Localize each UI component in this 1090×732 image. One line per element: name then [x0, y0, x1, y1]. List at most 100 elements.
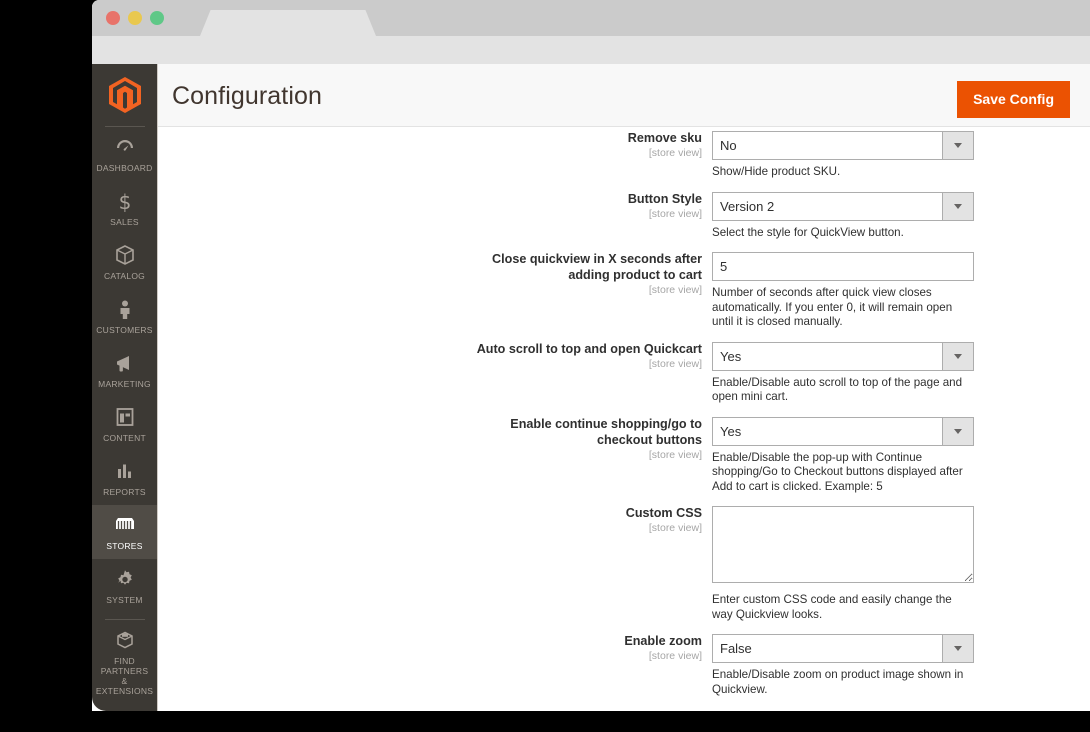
field-note: Show/Hide product SKU.: [712, 165, 974, 180]
admin-app: DASHBOARD $ SALES CATALOG CUSTOMERS: [92, 64, 1090, 711]
field-note: Number of seconds after quick view close…: [712, 286, 974, 330]
bar-chart-icon: [94, 460, 155, 483]
sidebar-item-label: CONTENT: [94, 433, 155, 443]
select-value: Version 2: [713, 199, 774, 214]
field-scope: [store view]: [158, 649, 702, 663]
field-control-group: Yes Enable/Disable the pop-up with Conti…: [712, 416, 1090, 495]
chevron-down-icon[interactable]: [942, 343, 973, 370]
sidebar-item-find-partners-extensions[interactable]: FIND PARTNERS & EXTENSIONS: [92, 620, 157, 704]
field-scope: [store view]: [158, 448, 702, 462]
field-row-auto-scroll-quickcart: Auto scroll to top and open Quickcart [s…: [158, 341, 1090, 405]
field-control-group: Yes Enable/Disable auto scroll to top of…: [712, 341, 1090, 405]
sidebar-item-label: SYSTEM: [94, 595, 155, 605]
sidebar-item-label: DASHBOARD: [94, 163, 155, 173]
svg-text:$: $: [118, 190, 131, 213]
field-scope: [store view]: [158, 283, 702, 297]
field-label: Enable zoom: [158, 633, 702, 649]
sidebar-item-dashboard[interactable]: DASHBOARD: [92, 127, 157, 181]
custom-css-textarea[interactable]: [712, 506, 974, 583]
sidebar-item-catalog[interactable]: CATALOG: [92, 235, 157, 289]
field-note: Enter custom CSS code and easily change …: [712, 593, 974, 622]
field-label: Button Style: [158, 191, 702, 207]
sidebar-item-content[interactable]: CONTENT: [92, 397, 157, 451]
select-value: Yes: [713, 349, 741, 364]
field-label-group: Custom CSS [store view]: [158, 505, 712, 622]
sidebar-item-system[interactable]: SYSTEM: [92, 559, 157, 613]
chevron-down-icon[interactable]: [942, 635, 973, 662]
person-icon: [94, 298, 155, 321]
sidebar-item-label-line1: FIND PARTNERS: [94, 656, 155, 676]
page-header: Configuration Save Config: [158, 64, 1090, 127]
remove-sku-select[interactable]: No: [712, 131, 974, 160]
field-label-group: Auto scroll to top and open Quickcart [s…: [158, 341, 712, 405]
field-control-group: No Show/Hide product SKU.: [712, 130, 1090, 180]
chevron-down-icon[interactable]: [942, 193, 973, 220]
sidebar-item-label: CUSTOMERS: [94, 325, 155, 335]
field-label: Custom CSS: [158, 505, 702, 521]
sidebar-item-label: REPORTS: [94, 487, 155, 497]
sidebar-item-sales[interactable]: $ SALES: [92, 181, 157, 235]
sidebar-item-label: SALES: [94, 217, 155, 227]
field-row-enable-zoom: Enable zoom [store view] False Enable/Di…: [158, 633, 1090, 697]
field-label-group: Button Style [store view]: [158, 191, 712, 241]
continue-shopping-buttons-select[interactable]: Yes: [712, 417, 974, 446]
select-value: False: [713, 641, 752, 656]
field-row-close-quickview-seconds: Close quickview in X seconds after addin…: [158, 251, 1090, 330]
minimize-button[interactable]: [128, 11, 142, 25]
window-controls: [106, 11, 164, 25]
field-label-group: Enable zoom [store view]: [158, 633, 712, 697]
close-quickview-seconds-input[interactable]: [712, 252, 974, 281]
layout-page-icon: [94, 406, 155, 429]
browser-tab[interactable]: [200, 10, 376, 36]
field-label: Remove sku: [158, 130, 702, 146]
field-label-line1: Enable continue shopping/go to: [158, 416, 702, 432]
sidebar-item-label: MARKETING: [94, 379, 155, 389]
gear-icon: [94, 568, 155, 591]
field-control-group: False Enable/Disable zoom on product ima…: [712, 633, 1090, 697]
enable-zoom-select[interactable]: False: [712, 634, 974, 663]
button-style-select[interactable]: Version 2: [712, 192, 974, 221]
browser-toolbar: [92, 36, 1090, 64]
storefront-icon: [94, 514, 155, 537]
auto-scroll-quickcart-select[interactable]: Yes: [712, 342, 974, 371]
sidebar-item-customers[interactable]: CUSTOMERS: [92, 289, 157, 343]
dashboard-gauge-icon: [94, 136, 155, 159]
chevron-down-icon[interactable]: [942, 132, 973, 159]
field-note: Enable/Disable the pop-up with Continue …: [712, 451, 974, 495]
sidebar-item-label: STORES: [94, 541, 155, 551]
field-label-group: Enable continue shopping/go to checkout …: [158, 416, 712, 495]
dollar-sign-icon: $: [94, 190, 155, 213]
sidebar-item-stores[interactable]: STORES: [92, 505, 157, 559]
field-row-button-style: Button Style [store view] Version 2 Sele…: [158, 191, 1090, 241]
field-control-group: Number of seconds after quick view close…: [712, 251, 1090, 330]
save-config-button[interactable]: Save Config: [957, 81, 1070, 118]
sidebar-item-marketing[interactable]: MARKETING: [92, 343, 157, 397]
maximize-button[interactable]: [150, 11, 164, 25]
browser-titlebar: [92, 0, 1090, 36]
main-content: Configuration Save Config Remove sku [st…: [157, 64, 1090, 711]
field-label-line2: checkout buttons: [158, 432, 702, 448]
close-button[interactable]: [106, 11, 120, 25]
field-label-line1: Close quickview in X seconds after: [158, 251, 702, 267]
field-row-custom-css: Custom CSS [store view] Enter custom CSS…: [158, 505, 1090, 622]
field-label-group: Close quickview in X seconds after addin…: [158, 251, 712, 330]
sidebar-item-label-line2: & EXTENSIONS: [94, 676, 155, 696]
magento-logo-icon[interactable]: [92, 64, 157, 126]
field-control-group: Version 2 Select the style for QuickView…: [712, 191, 1090, 241]
megaphone-icon: [94, 352, 155, 375]
field-row-continue-shopping-buttons: Enable continue shopping/go to checkout …: [158, 416, 1090, 495]
page-title: Configuration: [172, 82, 322, 111]
open-box-icon: [94, 629, 155, 652]
field-note: Enable/Disable auto scroll to top of the…: [712, 376, 974, 405]
field-label-line2: adding product to cart: [158, 267, 702, 283]
chevron-down-icon[interactable]: [942, 418, 973, 445]
sidebar-item-reports[interactable]: REPORTS: [92, 451, 157, 505]
admin-sidebar: DASHBOARD $ SALES CATALOG CUSTOMERS: [92, 64, 157, 711]
field-label-group: Remove sku [store view]: [158, 130, 712, 180]
field-control-group: Enter custom CSS code and easily change …: [712, 505, 1090, 622]
box-icon: [94, 244, 155, 267]
sidebar-item-label: CATALOG: [94, 271, 155, 281]
browser-window: DASHBOARD $ SALES CATALOG CUSTOMERS: [92, 0, 1090, 711]
select-value: No: [713, 138, 737, 153]
field-row-remove-sku: Remove sku [store view] No Show/Hide pro…: [158, 130, 1090, 180]
